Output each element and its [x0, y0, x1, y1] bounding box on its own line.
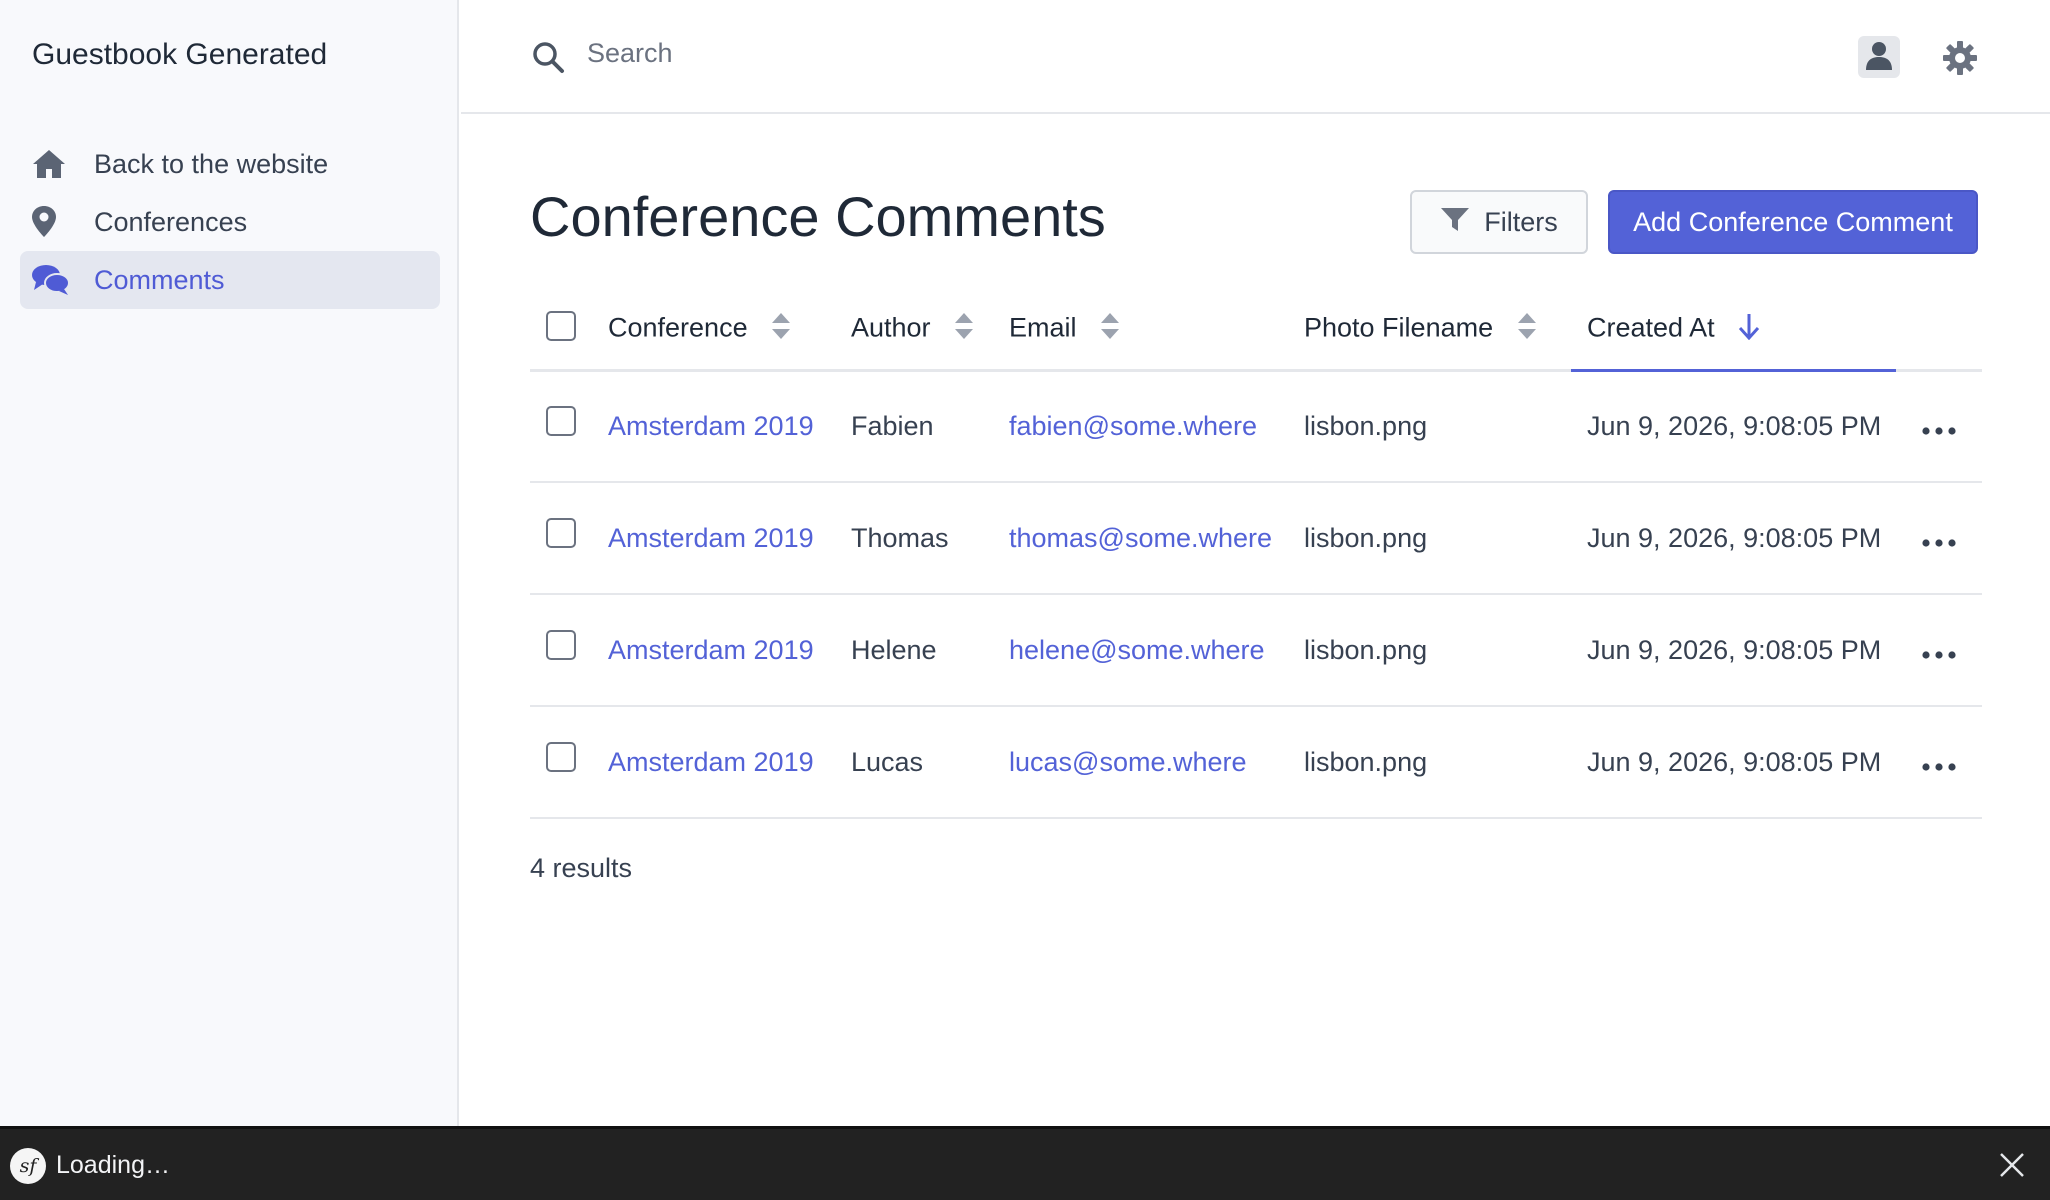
conference-link[interactable]: Amsterdam 2019 — [608, 635, 814, 665]
sidebar-item-label: Comments — [94, 264, 225, 295]
toolbar-status: Loading… — [56, 1151, 170, 1179]
sidebar-item-label: Back to the website — [94, 148, 329, 179]
row-checkbox[interactable] — [546, 629, 576, 660]
comments-table: Conference Author Email Photo Filename C… — [530, 290, 1982, 819]
table-row: Amsterdam 2019 Lucas lucas@some.where li… — [530, 706, 1982, 819]
comments-icon — [32, 263, 74, 297]
row-checkbox[interactable] — [546, 741, 576, 772]
user-menu-button[interactable] — [1858, 36, 1900, 78]
sidebar-item-back-to-website[interactable]: Back to the website — [20, 135, 440, 193]
email-link[interactable]: thomas@some.where — [1009, 523, 1272, 553]
author-cell: Fabien — [851, 370, 1009, 483]
column-label: Author — [851, 312, 931, 343]
page-title: Conference Comments — [530, 185, 1106, 248]
row-select-cell — [530, 594, 608, 707]
gear-icon[interactable] — [1942, 40, 1978, 76]
sort-icon — [954, 312, 974, 347]
sidebar-item-comments[interactable]: Comments — [20, 251, 440, 309]
results-count: 4 results — [530, 853, 633, 883]
column-header-email[interactable]: Email — [1009, 290, 1304, 372]
column-header-conference[interactable]: Conference — [608, 290, 851, 372]
created-at-cell: Jun 9, 2026, 9:08:05 PM — [1571, 594, 1896, 707]
row-checkbox[interactable] — [546, 517, 576, 548]
close-icon[interactable] — [1996, 1149, 2028, 1181]
row-checkbox[interactable] — [546, 405, 576, 436]
sort-icon — [771, 312, 791, 347]
photo-filename-cell: lisbon.png — [1304, 482, 1571, 595]
add-conference-comment-button[interactable]: Add Conference Comment — [1608, 190, 1978, 254]
photo-filename-cell: lisbon.png — [1304, 706, 1571, 819]
email-link[interactable]: fabien@some.where — [1009, 411, 1257, 441]
home-icon — [32, 147, 74, 181]
column-header-photo-filename[interactable]: Photo Filename — [1304, 290, 1571, 372]
table-row: Amsterdam 2019 Thomas thomas@some.where … — [530, 482, 1982, 595]
select-all-checkbox[interactable] — [546, 310, 576, 341]
brand-title[interactable]: Guestbook Generated — [32, 38, 327, 72]
debug-toolbar: sf Loading… — [0, 1126, 2050, 1200]
filters-label: Filters — [1484, 206, 1558, 237]
more-actions-icon[interactable] — [1922, 518, 1956, 558]
column-label: Conference — [608, 312, 748, 343]
created-at-cell: Jun 9, 2026, 9:08:05 PM — [1571, 370, 1896, 483]
sort-icon — [1517, 312, 1537, 347]
created-at-cell: Jun 9, 2026, 9:08:05 PM — [1571, 706, 1896, 819]
created-at-cell: Jun 9, 2026, 9:08:05 PM — [1571, 482, 1896, 595]
column-label: Email — [1009, 312, 1077, 343]
symfony-logo-icon[interactable]: sf — [10, 1148, 46, 1184]
user-icon — [1865, 40, 1893, 75]
row-select-cell — [530, 370, 608, 483]
column-label: Photo Filename — [1304, 312, 1494, 343]
more-actions-icon[interactable] — [1922, 406, 1956, 446]
row-select-cell — [530, 482, 608, 595]
search-input[interactable] — [587, 30, 1487, 76]
sidebar-nav: Back to the website Conferences Comments — [20, 135, 440, 309]
column-header-created-at[interactable]: Created At — [1571, 290, 1896, 372]
filters-button[interactable]: Filters — [1410, 190, 1588, 254]
map-marker-icon — [32, 205, 74, 239]
column-label: Created At — [1587, 312, 1715, 343]
arrow-down-icon — [1738, 312, 1760, 347]
author-cell: Thomas — [851, 482, 1009, 595]
search-icon — [531, 40, 565, 74]
conference-link[interactable]: Amsterdam 2019 — [608, 747, 814, 777]
row-select-cell — [530, 706, 608, 819]
email-link[interactable]: helene@some.where — [1009, 635, 1265, 665]
conference-link[interactable]: Amsterdam 2019 — [608, 523, 814, 553]
email-link[interactable]: lucas@some.where — [1009, 747, 1247, 777]
author-cell: Helene — [851, 594, 1009, 707]
top-bar — [461, 0, 2050, 114]
photo-filename-cell: lisbon.png — [1304, 370, 1571, 483]
more-actions-icon[interactable] — [1922, 630, 1956, 670]
sort-icon — [1100, 312, 1120, 347]
table-row: Amsterdam 2019 Helene helene@some.where … — [530, 594, 1982, 707]
column-header-actions — [1896, 290, 1982, 372]
column-header-author[interactable]: Author — [851, 290, 1009, 372]
sidebar-item-conferences[interactable]: Conferences — [20, 193, 440, 251]
photo-filename-cell: lisbon.png — [1304, 594, 1571, 707]
header-select-all-cell — [530, 290, 608, 372]
author-cell: Lucas — [851, 706, 1009, 819]
sidebar: Guestbook Generated Back to the website … — [0, 0, 459, 1126]
table-row: Amsterdam 2019 Fabien fabien@some.where … — [530, 370, 1982, 483]
filter-icon — [1440, 205, 1470, 240]
sidebar-item-label: Conferences — [94, 206, 248, 237]
table-header-row: Conference Author Email Photo Filename C… — [530, 290, 1982, 372]
more-actions-icon[interactable] — [1922, 742, 1956, 782]
conference-link[interactable]: Amsterdam 2019 — [608, 411, 814, 441]
